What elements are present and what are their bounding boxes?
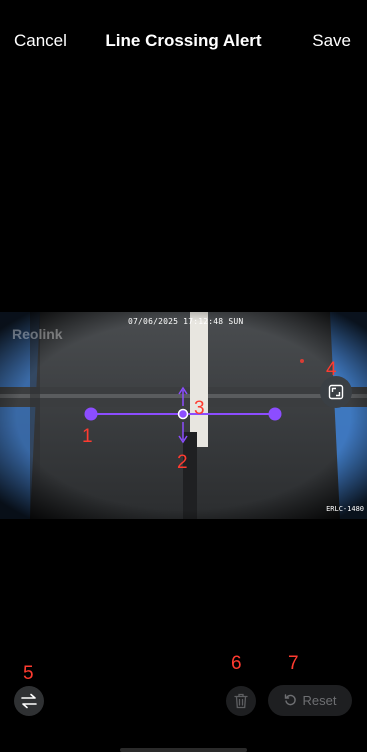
annotation-5: 5 <box>23 663 34 684</box>
annotation-7: 7 <box>288 653 299 674</box>
annotation-2: 2 <box>177 452 188 473</box>
line-endpoint-left <box>84 407 98 421</box>
reset-button[interactable]: Reset <box>268 685 352 716</box>
camera-preview: 07/06/2025 17:12:48 SUN Reolink ERLC-148… <box>0 312 367 519</box>
nav-bar: Cancel Line Crossing Alert Save <box>0 0 367 80</box>
line-midpoint-handle <box>177 408 189 420</box>
reset-icon <box>284 694 296 706</box>
swap-direction-button[interactable] <box>14 686 44 716</box>
annotation-1: 1 <box>82 426 93 447</box>
save-button[interactable]: Save <box>312 31 351 51</box>
expand-icon <box>328 384 344 400</box>
trash-icon <box>234 693 248 709</box>
swap-arrows-icon <box>21 693 37 709</box>
annotation-4: 4 <box>326 359 337 380</box>
annotation-3: 3 <box>194 398 205 419</box>
delete-line-button[interactable] <box>226 686 256 716</box>
watermark-logo: Reolink <box>12 326 63 342</box>
osd-timestamp: 07/06/2025 17:12:48 SUN <box>128 317 244 326</box>
camera-scene <box>0 312 367 519</box>
osd-model: ERLC-1480 <box>326 505 364 513</box>
home-indicator <box>120 748 247 752</box>
reset-label: Reset <box>302 693 337 708</box>
annotation-6: 6 <box>231 653 242 674</box>
line-endpoint-right <box>268 407 282 421</box>
